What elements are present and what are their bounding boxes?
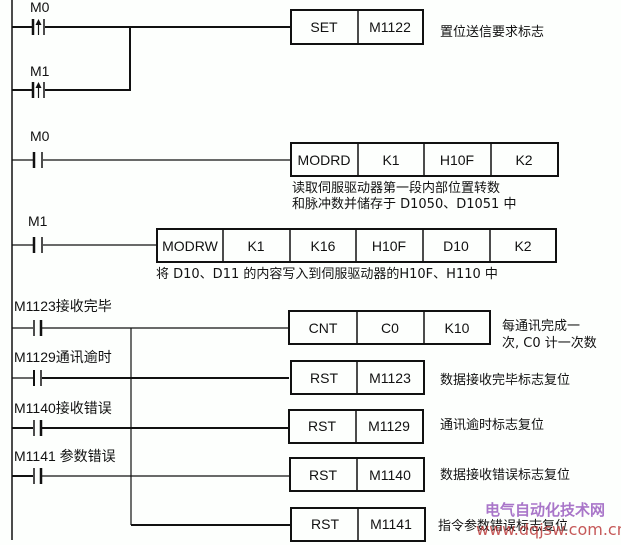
cell-h10f: H10F bbox=[372, 238, 406, 254]
watermark-url: www.dqjsw.com.cn bbox=[476, 520, 621, 539]
contact-m1[interactable] bbox=[32, 237, 43, 253]
rung-status bbox=[12, 310, 491, 542]
cell-m1122: M1122 bbox=[369, 19, 411, 35]
contact-m0[interactable] bbox=[32, 152, 43, 168]
contact-label-m0: M0 bbox=[30, 128, 50, 144]
contact-m1129[interactable] bbox=[33, 370, 42, 386]
comment-rst-m1123: 数据接收完毕标志复位 bbox=[440, 372, 570, 388]
cell-d10: D10 bbox=[443, 238, 469, 254]
cell-cnt: CNT bbox=[309, 320, 338, 336]
contact-label-m0: M0 bbox=[30, 0, 50, 15]
contact-m0-rising-edge[interactable] bbox=[31, 19, 45, 35]
contact-label-m1140: M1140接收错误 bbox=[14, 400, 112, 416]
contact-label-m1: M1 bbox=[30, 63, 50, 79]
rising-edge-arrow-icon bbox=[35, 82, 42, 88]
contact-label-m1123: M1123接收完毕 bbox=[14, 298, 112, 314]
comment-cnt-line2: 次, C0 计一次数 bbox=[502, 335, 597, 351]
contact-m1123[interactable] bbox=[33, 320, 43, 336]
cell-rst: RST bbox=[311, 516, 339, 532]
cell-rst: RST bbox=[310, 370, 338, 386]
watermark-title: 电气自动化技术网 bbox=[485, 501, 605, 519]
contact-label-m1129: M1129通讯逾时 bbox=[14, 349, 112, 365]
contact-m1-rising-edge[interactable] bbox=[31, 82, 45, 98]
cell-modrw: MODRW bbox=[162, 238, 219, 254]
comment-modrw: 将 D10、D11 的内容写入到伺服驱动器的H10F、H110 中 bbox=[156, 266, 498, 282]
comment-rst-m1129: 通讯逾时标志复位 bbox=[440, 418, 544, 433]
cell-m1129: M1129 bbox=[368, 418, 410, 434]
contact-label-m1: M1 bbox=[28, 213, 48, 229]
comment-modrd-line2: 和脉冲数并储存于 D1050、D1051 中 bbox=[292, 197, 516, 212]
cell-m1123: M1123 bbox=[369, 370, 411, 386]
comment-set: 置位送信要求标志 bbox=[440, 25, 544, 40]
cell-k1: K1 bbox=[382, 152, 399, 168]
cell-rst: RST bbox=[309, 467, 337, 483]
cell-k2: K2 bbox=[514, 238, 531, 254]
rung-modrd bbox=[12, 142, 559, 177]
contact-m1140[interactable] bbox=[33, 420, 43, 436]
comment-modrd-line1: 读取伺服驱动器第一段内部位置转数 bbox=[292, 180, 500, 196]
cell-h10f: H10F bbox=[440, 152, 474, 168]
comment-rst-m1140: 数据接收错误标志复位 bbox=[440, 467, 570, 483]
rung-modrw bbox=[12, 228, 557, 263]
contact-label-m1141: M1141 参数错误 bbox=[14, 448, 116, 464]
contact-m1141[interactable] bbox=[33, 468, 43, 484]
cell-k1: K1 bbox=[247, 238, 264, 254]
cell-k10: K10 bbox=[445, 320, 470, 336]
cell-k2: K2 bbox=[515, 152, 532, 168]
cell-m1141: M1141 bbox=[370, 516, 412, 532]
rising-edge-arrow-icon bbox=[35, 19, 42, 25]
cell-rst: RST bbox=[308, 418, 336, 434]
rung-set bbox=[12, 9, 424, 98]
cell-m1140: M1140 bbox=[369, 467, 411, 483]
ladder-diagram: M0 M1 SET M1122 置位送信要求标志 M0 MODRD K1 H10… bbox=[11, 0, 621, 542]
comment-cnt-line1: 每通讯完成一 bbox=[502, 318, 580, 334]
cell-modrd: MODRD bbox=[298, 152, 351, 168]
cell-c0: C0 bbox=[381, 320, 399, 336]
cell-k16: K16 bbox=[311, 238, 336, 254]
cell-set: SET bbox=[310, 19, 338, 35]
